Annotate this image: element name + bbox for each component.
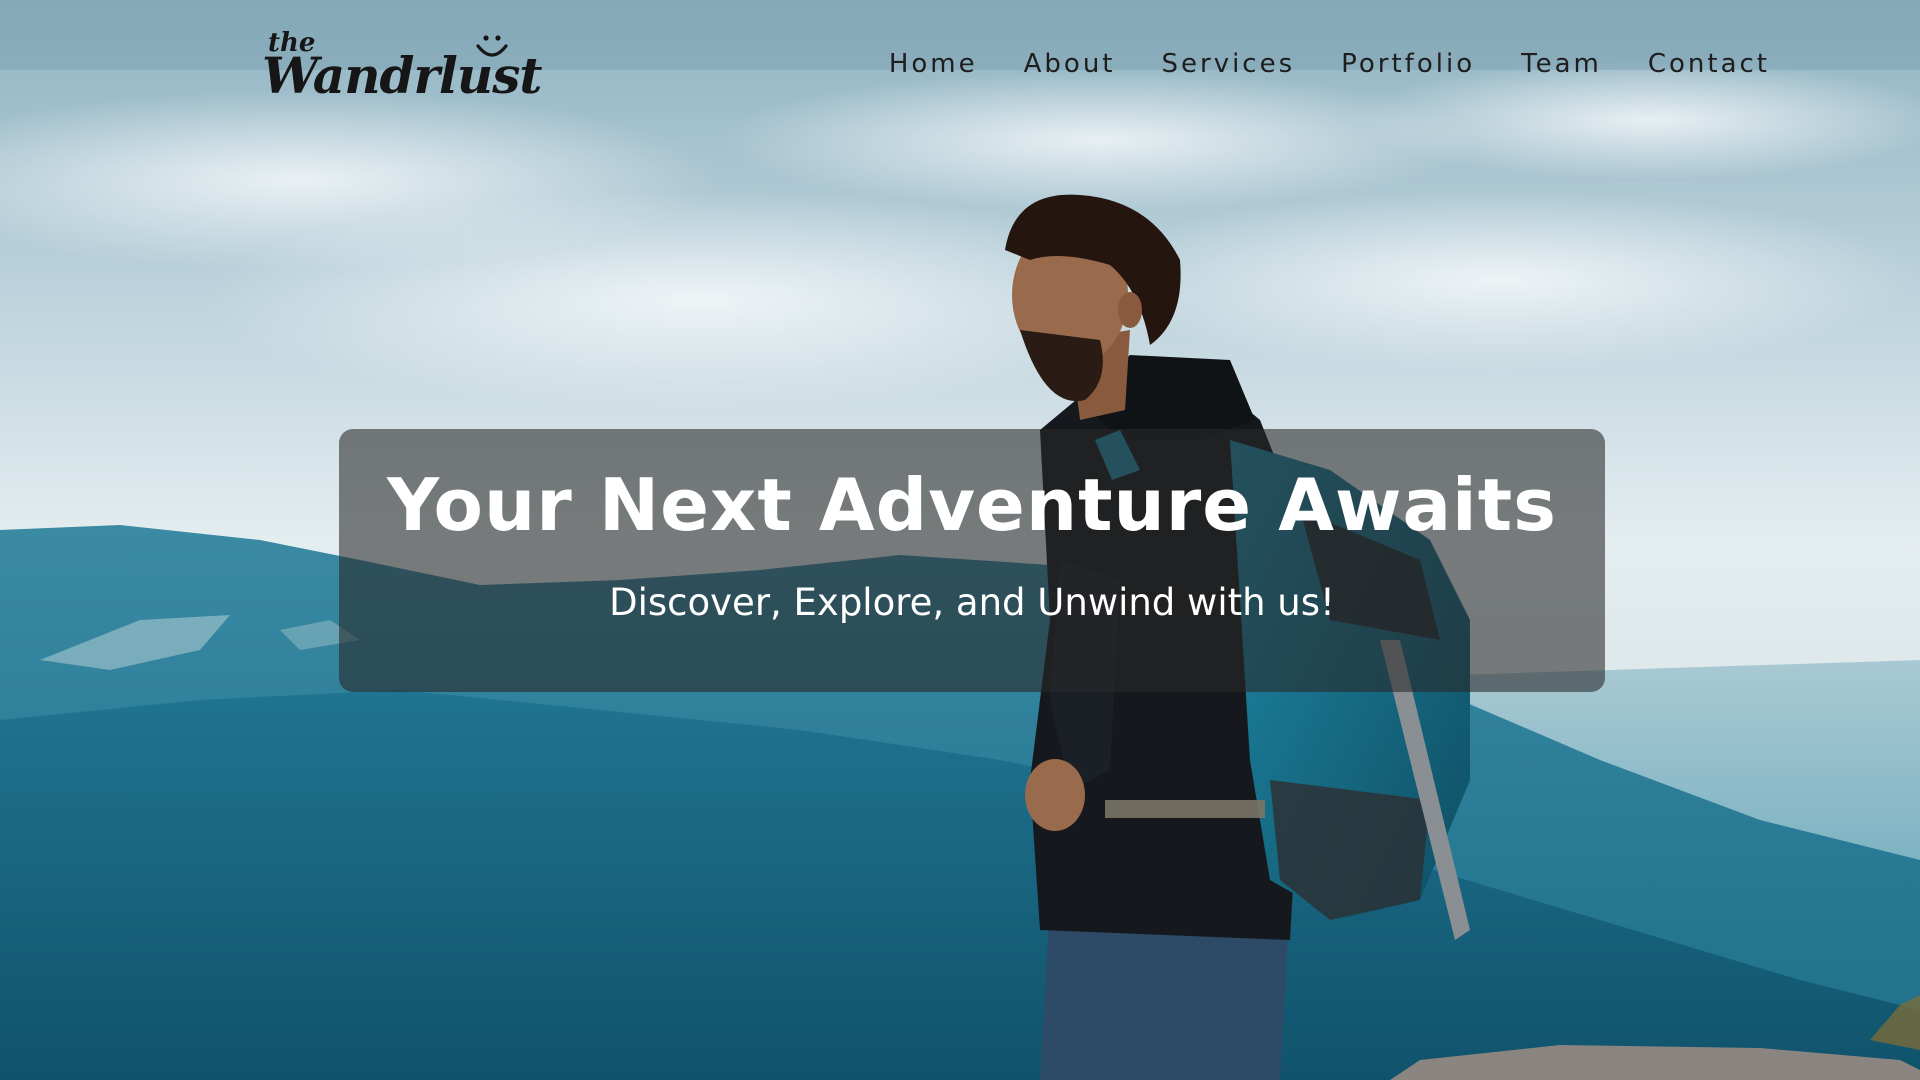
nav-item-contact[interactable]: Contact: [1648, 49, 1770, 79]
nav-item-home[interactable]: Home: [889, 49, 978, 79]
hero-text-box: Your Next Adventure Awaits Discover, Exp…: [339, 429, 1605, 692]
main-nav: Home About Services Portfolio Team Conta…: [889, 44, 1770, 84]
nav-item-about[interactable]: About: [1024, 49, 1116, 79]
nav-item-team[interactable]: Team: [1521, 49, 1602, 79]
brand-logo[interactable]: the Wandrlust: [262, 24, 542, 108]
hero-title: Your Next Adventure Awaits: [387, 463, 1557, 547]
nav-item-portfolio[interactable]: Portfolio: [1341, 49, 1475, 79]
hero-section: the Wandrlust Home About Services Portfo…: [0, 0, 1920, 1080]
smile-icon: [476, 35, 508, 57]
hero-subtitle: Discover, Explore, and Unwind with us!: [609, 581, 1335, 624]
nav-item-services[interactable]: Services: [1162, 49, 1296, 79]
